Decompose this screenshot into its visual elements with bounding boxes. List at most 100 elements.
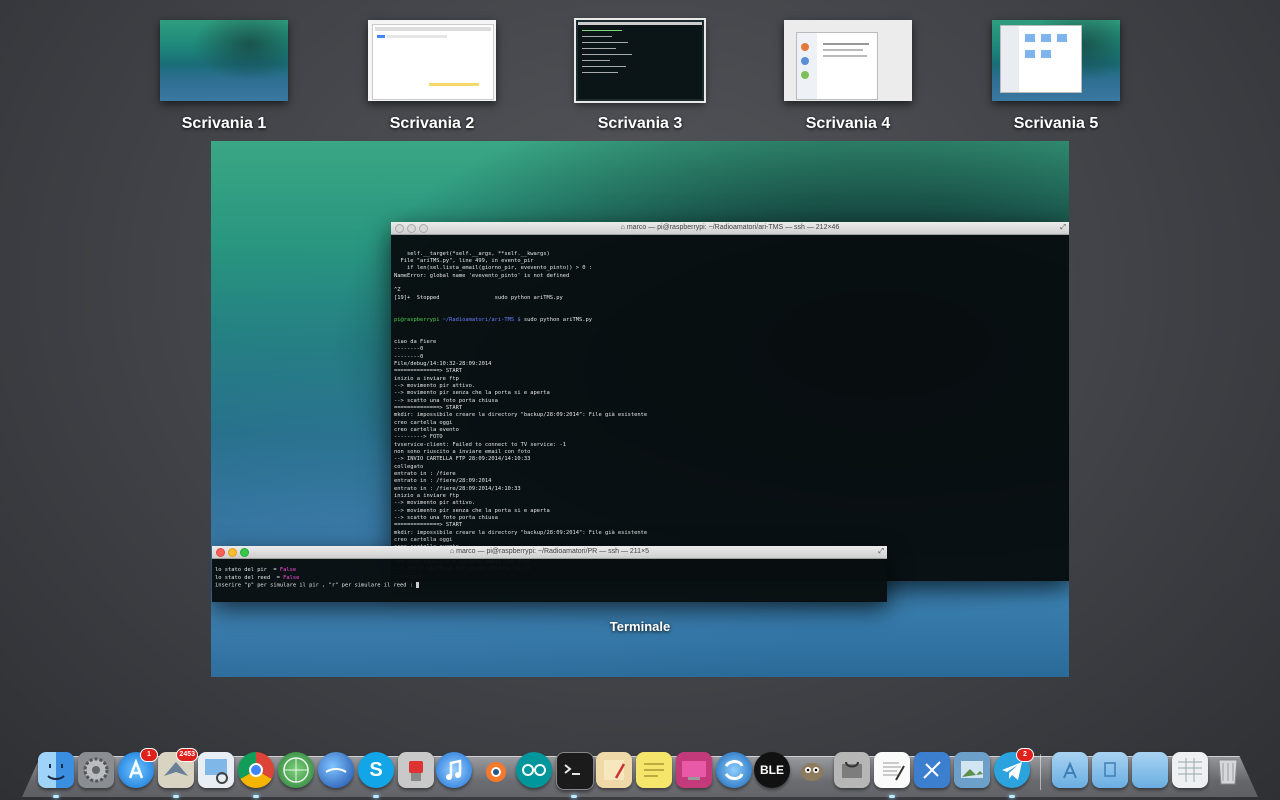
ble-app-icon[interactable]: BLE [754, 752, 790, 788]
terminal-output[interactable]: self.__target(*self.__args, **self.__kwa… [391, 235, 1069, 581]
xcode-icon[interactable] [914, 752, 950, 788]
photo-booth-icon[interactable] [676, 752, 712, 788]
space-thumbnail-2[interactable] [368, 20, 496, 101]
terminal-line: entrato in : /fiere/28:09:2014/14:10:33 [394, 485, 521, 492]
app-store-icon[interactable]: 1 [118, 748, 158, 788]
terminal-line: mkdir: impossibile creare la directory "… [394, 412, 648, 419]
browser-preview [372, 24, 494, 100]
terminal-line: collegato [394, 463, 424, 470]
space-thumbnail-3[interactable] [574, 18, 706, 103]
documents-folder-icon[interactable] [1092, 752, 1128, 788]
terminal-window-pr[interactable]: ⌂ marco — pi@raspberrypi: ~/Radioamatori… [212, 546, 887, 602]
running-indicator [53, 795, 59, 798]
terminal-line: --> movimento pir attivo. [394, 500, 476, 507]
terminal-line: if len(sel.lista_email(giorno_pir, eveve… [394, 265, 592, 272]
telegram-icon[interactable]: 2 [994, 748, 1034, 788]
prompt-user: pi@raspberrypi [394, 316, 440, 323]
zoom-button[interactable] [240, 548, 249, 557]
terminal-icon[interactable] [556, 752, 594, 790]
terminal-line: creo cartella oggi [394, 537, 453, 544]
blender-icon[interactable] [476, 752, 512, 788]
photo-app-icon[interactable] [954, 752, 990, 788]
terminal-line: tvservice-client: Failed to connect to T… [394, 441, 567, 448]
globe-app-icon[interactable] [278, 752, 314, 788]
terminal-line: File/debug/14:10:32-28:09:2014 [394, 360, 492, 367]
space-thumbnail-5[interactable] [992, 20, 1120, 101]
terminal-title: marco — pi@raspberrypi: ~/Radioamatori/a… [626, 224, 840, 231]
window-caption: Terminale [609, 619, 671, 634]
space-label-4[interactable]: Scrivania 4 [768, 115, 928, 133]
shell-prompt-line: pi@raspberrypi ~/Radioamatori/ari-TMS $ … [394, 317, 1066, 324]
mail-icon[interactable]: 2453 [158, 748, 198, 788]
qt-app-icon[interactable] [716, 752, 752, 788]
system-preferences-icon[interactable] [78, 752, 114, 788]
skype-icon[interactable]: S [358, 752, 394, 788]
fullscreen-icon[interactable]: ⤢ [878, 546, 884, 558]
terminal-title-pr: marco — pi@raspberrypi: ~/Radioamatori/P… [456, 548, 650, 555]
minimize-button[interactable] [228, 548, 237, 557]
input-prompt-line[interactable]: inserire "p" per simulare il pir , "r" p… [215, 582, 884, 590]
terminal-line: --------0 [394, 353, 424, 360]
reed-status-line: lo stato del reed = False [215, 574, 300, 581]
textedit-icon[interactable] [874, 752, 910, 788]
space-thumbnail-4[interactable] [784, 20, 912, 101]
finder-icon[interactable] [38, 752, 74, 788]
dock-separator [1040, 754, 1041, 790]
terminal-line: ==============> START [394, 368, 463, 375]
terminal-line: --> scatto una foto porta chiusa [394, 397, 498, 404]
prompt-command: sudo python ariTMS.py [523, 316, 592, 323]
terminal-output-pr[interactable]: lo stato del pir = False lo stato del ree… [212, 559, 887, 602]
mail-badge: 2453 [176, 748, 198, 762]
close-button[interactable] [395, 224, 404, 233]
terminal-line: creo cartella oggi [394, 419, 453, 426]
pir-status-line: lo stato del pir = False [215, 567, 297, 574]
gimp-icon[interactable] [794, 752, 830, 788]
output-before-prompt: self.__target(*self.__args, **self.__kwa… [394, 251, 1066, 302]
notes-app-icon[interactable] [596, 752, 632, 788]
arduino-icon[interactable] [516, 752, 552, 788]
space-label-3[interactable]: Scrivania 3 [560, 115, 720, 133]
terminal-line: NameError: global name 'evevento_pinto' … [394, 272, 570, 279]
space-thumbnail-1[interactable] [160, 20, 288, 101]
prompt-path: ~/Radioamatori/ari-TMS $ [442, 316, 521, 323]
downloads-folder-icon[interactable] [1132, 752, 1168, 788]
terminal-line: --------0 [394, 346, 424, 353]
desktop-wallpaper: ⌂ marco — pi@raspberrypi: ~/Radioamatori… [211, 141, 1069, 677]
window-controls-pr [216, 548, 249, 557]
trash-icon[interactable] [1210, 752, 1246, 788]
terminal-line: self.__target(*self.__args, **self.__kwa… [394, 250, 550, 257]
space-label-1[interactable]: Scrivania 1 [144, 115, 304, 133]
robot-app-icon[interactable] [398, 752, 434, 788]
disk-utility-icon[interactable] [834, 752, 870, 788]
running-indicator [889, 795, 895, 798]
terminal-line: --> movimento pir senza che la porta si … [394, 507, 550, 514]
fullscreen-icon[interactable]: ⤢ [1060, 222, 1066, 234]
terminal-line: inizio a inviare ftp [394, 375, 459, 382]
telegram-badge: 2 [1016, 748, 1034, 762]
terminal-line: File "ariTMS.py", line 499, in evento_pi… [394, 258, 534, 265]
window-controls [395, 224, 428, 233]
running-indicator [173, 795, 179, 798]
google-earth-icon[interactable] [318, 752, 354, 788]
zoom-button[interactable] [419, 224, 428, 233]
terminal-line: ==============> START [394, 522, 463, 529]
chrome-icon[interactable] [238, 752, 274, 788]
stickies-icon[interactable] [636, 752, 672, 788]
terminal-titlebar-pr[interactable]: ⌂ marco — pi@raspberrypi: ~/Radioamatori… [212, 546, 887, 559]
preview-icon[interactable] [198, 752, 234, 788]
terminal-line: entrato in : /fiere [394, 471, 456, 477]
itunes-icon[interactable] [436, 752, 472, 788]
minimize-button[interactable] [407, 224, 416, 233]
terminal-window-main[interactable]: ⌂ marco — pi@raspberrypi: ~/Radioamatori… [391, 222, 1069, 581]
terminal-line: [19]+ Stopped sudo python ariTMS.py [394, 294, 563, 301]
text-cursor [416, 582, 420, 589]
terminal-titlebar[interactable]: ⌂ marco — pi@raspberrypi: ~/Radioamatori… [391, 222, 1069, 235]
terminal-line: ^Z [394, 287, 401, 294]
close-button[interactable] [216, 548, 225, 557]
file-stack-icon[interactable] [1172, 752, 1208, 788]
space-label-5[interactable]: Scrivania 5 [976, 115, 1136, 133]
applications-folder-icon[interactable] [1052, 752, 1088, 788]
space-label-2[interactable]: Scrivania 2 [352, 115, 512, 133]
terminal-line: mkdir: impossibile creare la directory "… [394, 529, 648, 536]
